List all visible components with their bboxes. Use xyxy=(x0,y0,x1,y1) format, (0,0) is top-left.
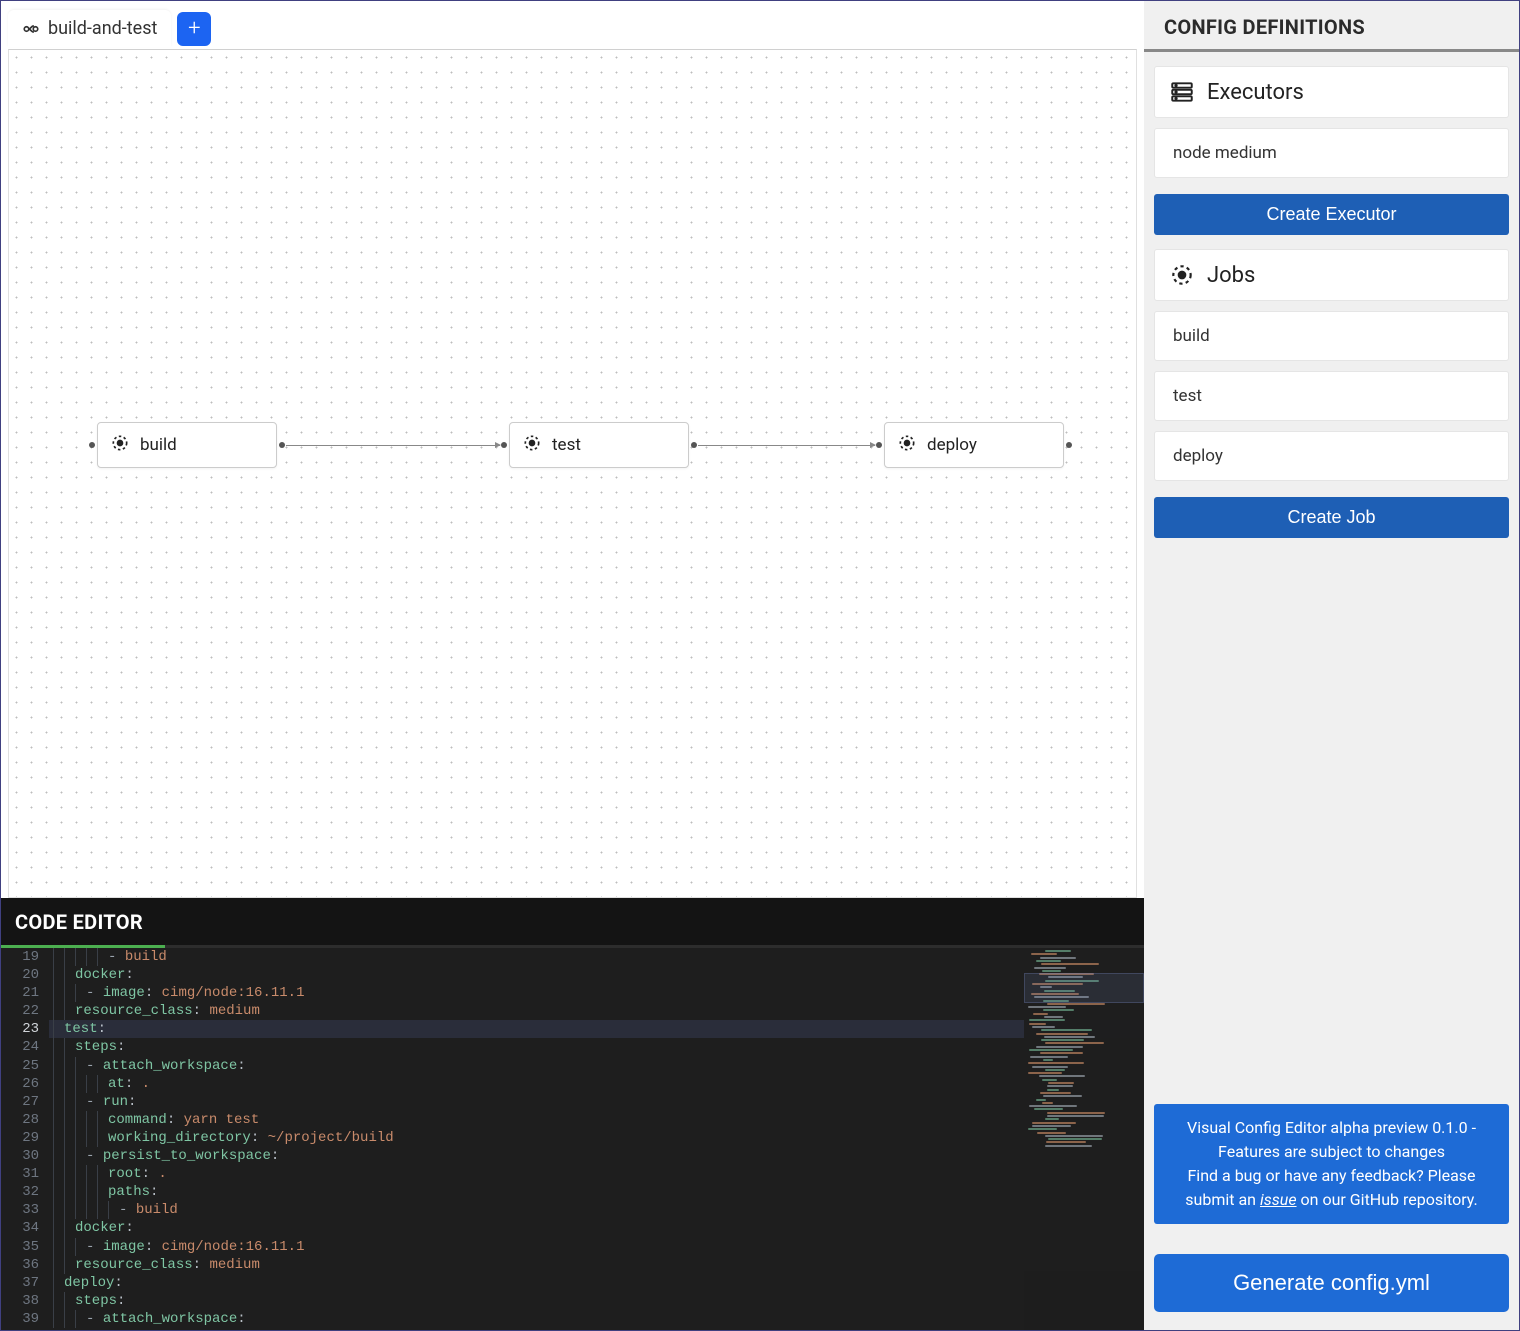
code-editor: CODE EDITOR 1920212223242526272829303132… xyxy=(1,898,1144,1330)
code-line[interactable]: paths: xyxy=(49,1183,1144,1201)
create-executor-button[interactable]: Create Executor xyxy=(1154,194,1509,235)
code-editor-header: CODE EDITOR xyxy=(1,898,1144,948)
notice-line-1: Visual Config Editor alpha preview 0.1.0… xyxy=(1168,1116,1495,1164)
issue-link[interactable]: issue xyxy=(1260,1190,1297,1209)
add-tab-button[interactable]: + xyxy=(177,12,211,46)
workflow-node-build[interactable]: build xyxy=(97,422,277,468)
generate-config-button[interactable]: Generate config.yml xyxy=(1154,1254,1509,1312)
code-line[interactable]: test: xyxy=(49,1020,1144,1038)
code-line[interactable]: deploy: xyxy=(49,1274,1144,1292)
sidebar-header: CONFIG DEFINITIONS xyxy=(1144,1,1519,52)
code-line[interactable]: resource_class: medium xyxy=(49,1002,1144,1020)
workflow-node-deploy[interactable]: deploy xyxy=(884,422,1064,468)
job-item[interactable]: test xyxy=(1154,371,1509,421)
executor-item[interactable]: node medium xyxy=(1154,128,1509,178)
code-line[interactable]: working_directory: ~/project/build xyxy=(49,1129,1144,1147)
plus-icon: + xyxy=(188,16,200,41)
executors-section-header[interactable]: Executors xyxy=(1154,66,1509,118)
tab-workflow[interactable]: build-and-test xyxy=(8,10,171,47)
code-line[interactable]: docker: xyxy=(49,1219,1144,1237)
port-out[interactable] xyxy=(691,442,697,448)
code-line[interactable]: - build xyxy=(49,948,1144,966)
jobs-section-title: Jobs xyxy=(1207,263,1255,288)
job-icon xyxy=(522,433,542,458)
code-line[interactable]: - build xyxy=(49,1201,1144,1219)
sidebar-title: CONFIG DEFINITIONS xyxy=(1164,15,1499,39)
code-line[interactable]: root: . xyxy=(49,1165,1144,1183)
code-lines[interactable]: - builddocker:- image: cimg/node:16.11.1… xyxy=(49,948,1144,1330)
create-job-button[interactable]: Create Job xyxy=(1154,497,1509,538)
port-in[interactable] xyxy=(501,442,507,448)
node-label: build xyxy=(140,435,177,455)
tab-label: build-and-test xyxy=(48,18,157,39)
job-item[interactable]: build xyxy=(1154,311,1509,361)
node-label: deploy xyxy=(927,435,977,455)
server-icon xyxy=(1169,79,1195,105)
sidebar: CONFIG DEFINITIONS Executors node medium… xyxy=(1144,1,1519,1330)
code-line[interactable]: docker: xyxy=(49,966,1144,984)
job-icon xyxy=(1169,262,1195,288)
sidebar-content: Executors node medium Create Executor Jo… xyxy=(1144,52,1519,1104)
line-gutter: 1920212223242526272829303132333435363738… xyxy=(1,948,49,1330)
code-line[interactable]: - attach_workspace: xyxy=(49,1057,1144,1075)
port-out[interactable] xyxy=(279,442,285,448)
workflow-icon xyxy=(22,20,40,38)
code-editor-body[interactable]: 1920212223242526272829303132333435363738… xyxy=(1,948,1144,1330)
job-icon xyxy=(110,433,130,458)
code-line[interactable]: - persist_to_workspace: xyxy=(49,1147,1144,1165)
code-line[interactable]: resource_class: medium xyxy=(49,1256,1144,1274)
code-line[interactable]: at: . xyxy=(49,1075,1144,1093)
code-line[interactable]: - run: xyxy=(49,1093,1144,1111)
tab-bar: build-and-test + xyxy=(1,1,1144,49)
jobs-section-header[interactable]: Jobs xyxy=(1154,249,1509,301)
job-icon xyxy=(897,433,917,458)
workflow-node-test[interactable]: test xyxy=(509,422,689,468)
alpha-notice: Visual Config Editor alpha preview 0.1.0… xyxy=(1154,1104,1509,1224)
port-in[interactable] xyxy=(89,442,95,448)
notice-line-2: Find a bug or have any feedback? Please … xyxy=(1168,1164,1495,1212)
code-line[interactable]: - image: cimg/node:16.11.1 xyxy=(49,1238,1144,1256)
executors-section-title: Executors xyxy=(1207,80,1304,105)
node-label: test xyxy=(552,435,581,455)
port-out[interactable] xyxy=(1066,442,1072,448)
code-line[interactable]: steps: xyxy=(49,1292,1144,1310)
code-editor-title: CODE EDITOR xyxy=(15,910,143,934)
code-line[interactable]: - attach_workspace: xyxy=(49,1310,1144,1328)
code-line[interactable]: steps: xyxy=(49,1038,1144,1056)
port-in[interactable] xyxy=(876,442,882,448)
job-item[interactable]: deploy xyxy=(1154,431,1509,481)
code-line[interactable]: - image: cimg/node:16.11.1 xyxy=(49,984,1144,1002)
workflow-canvas[interactable]: build test deploy xyxy=(8,49,1137,898)
code-line[interactable]: command: yarn test xyxy=(49,1111,1144,1129)
